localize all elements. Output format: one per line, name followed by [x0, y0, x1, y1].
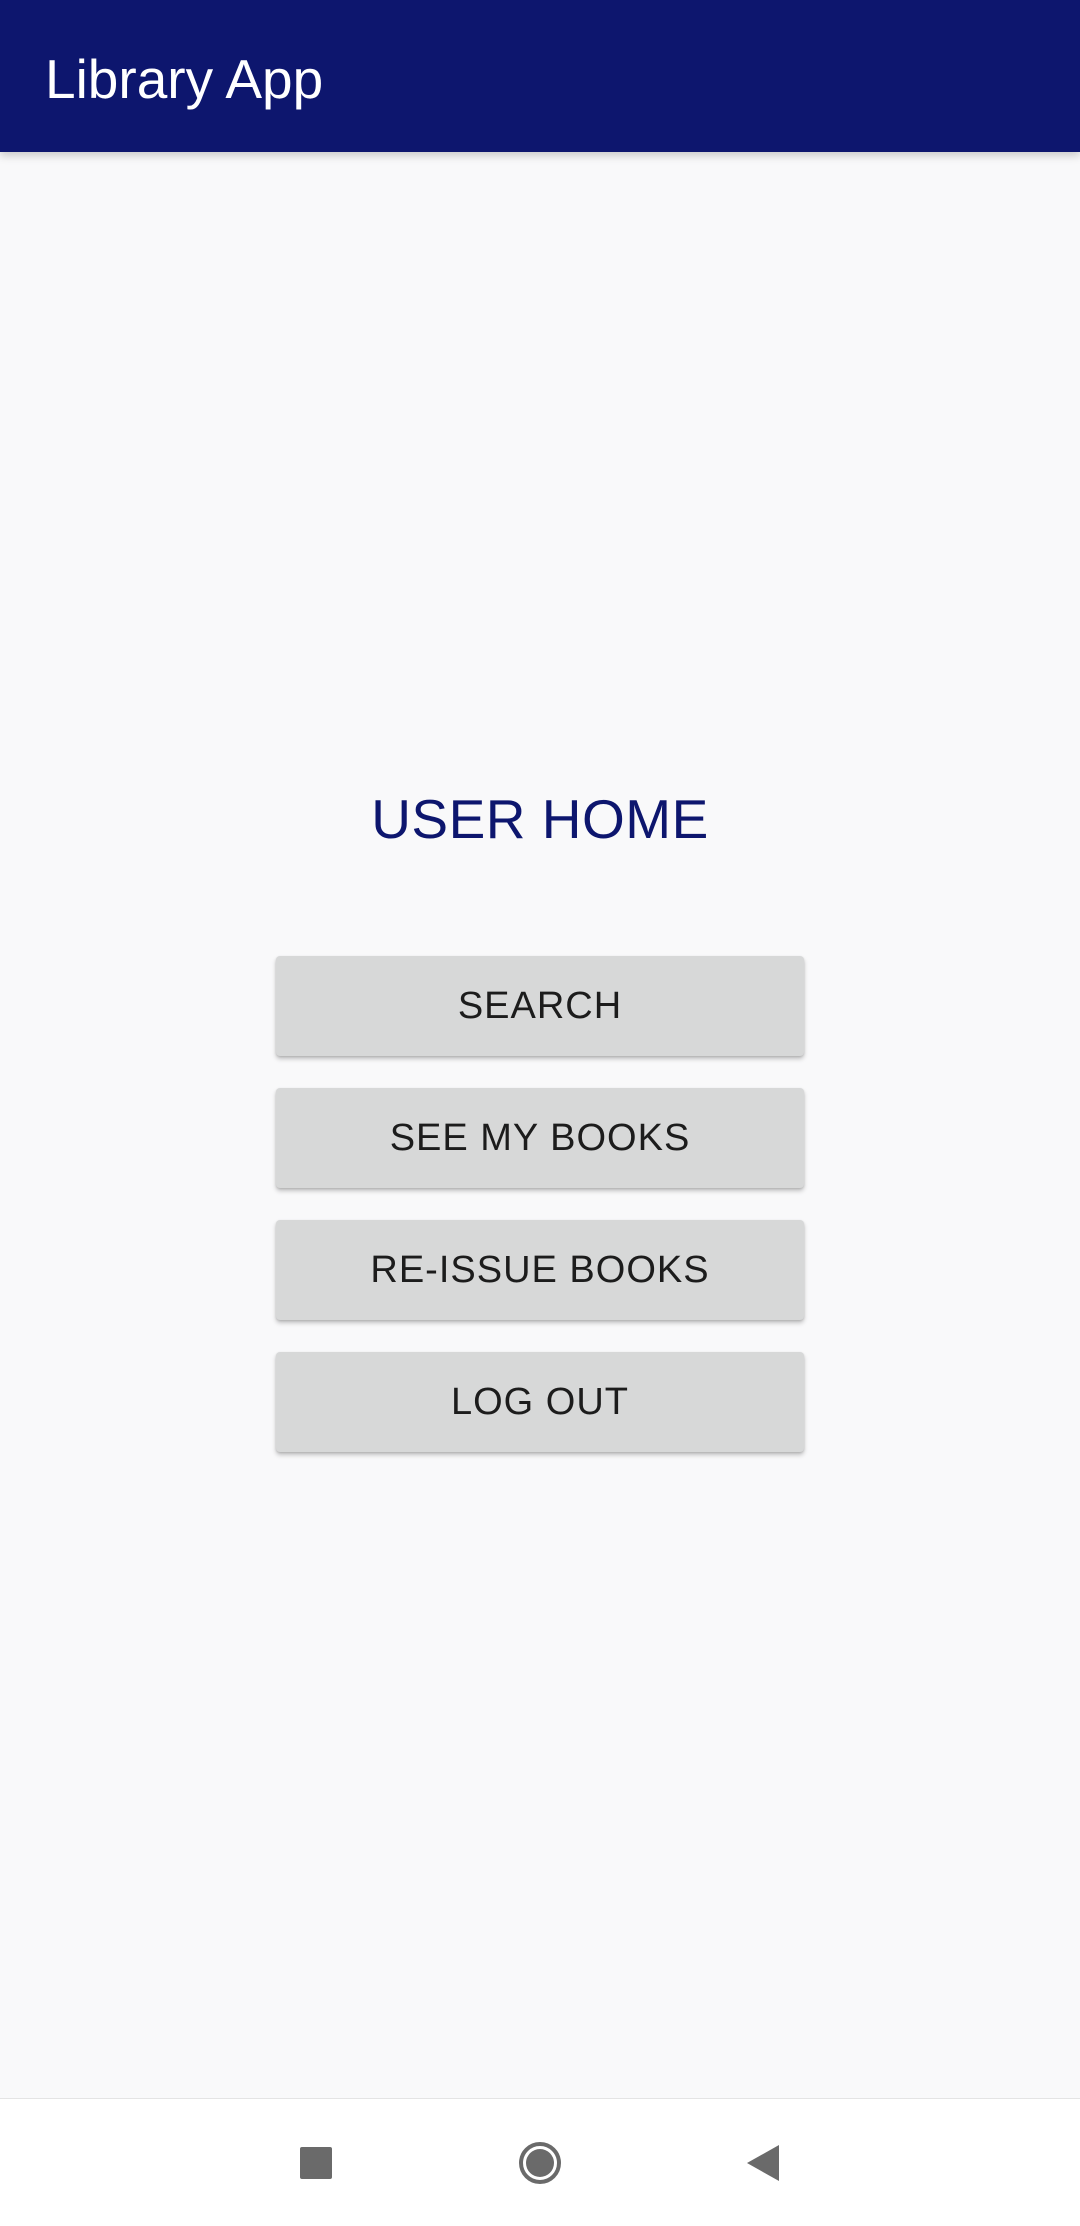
re-issue-books-button[interactable]: RE-ISSUE BOOKS: [276, 1220, 804, 1320]
recents-button[interactable]: [256, 2099, 376, 2226]
app-bar: Library App: [0, 0, 1080, 152]
see-my-books-button[interactable]: SEE MY BOOKS: [276, 1088, 804, 1188]
screen: Library App USER HOME SEARCH SEE MY BOOK…: [0, 0, 1080, 2226]
system-nav-bar: [0, 2098, 1080, 2226]
search-button[interactable]: SEARCH: [276, 956, 804, 1056]
log-out-button[interactable]: LOG OUT: [276, 1352, 804, 1452]
back-icon: [747, 2145, 779, 2181]
home-icon: [519, 2142, 561, 2184]
recents-icon: [300, 2147, 332, 2179]
main-content: USER HOME SEARCH SEE MY BOOKS RE-ISSUE B…: [0, 152, 1080, 2098]
home-button[interactable]: [480, 2099, 600, 2226]
page-title: USER HOME: [371, 788, 709, 850]
back-button[interactable]: [703, 2099, 823, 2226]
app-title: Library App: [45, 48, 324, 110]
